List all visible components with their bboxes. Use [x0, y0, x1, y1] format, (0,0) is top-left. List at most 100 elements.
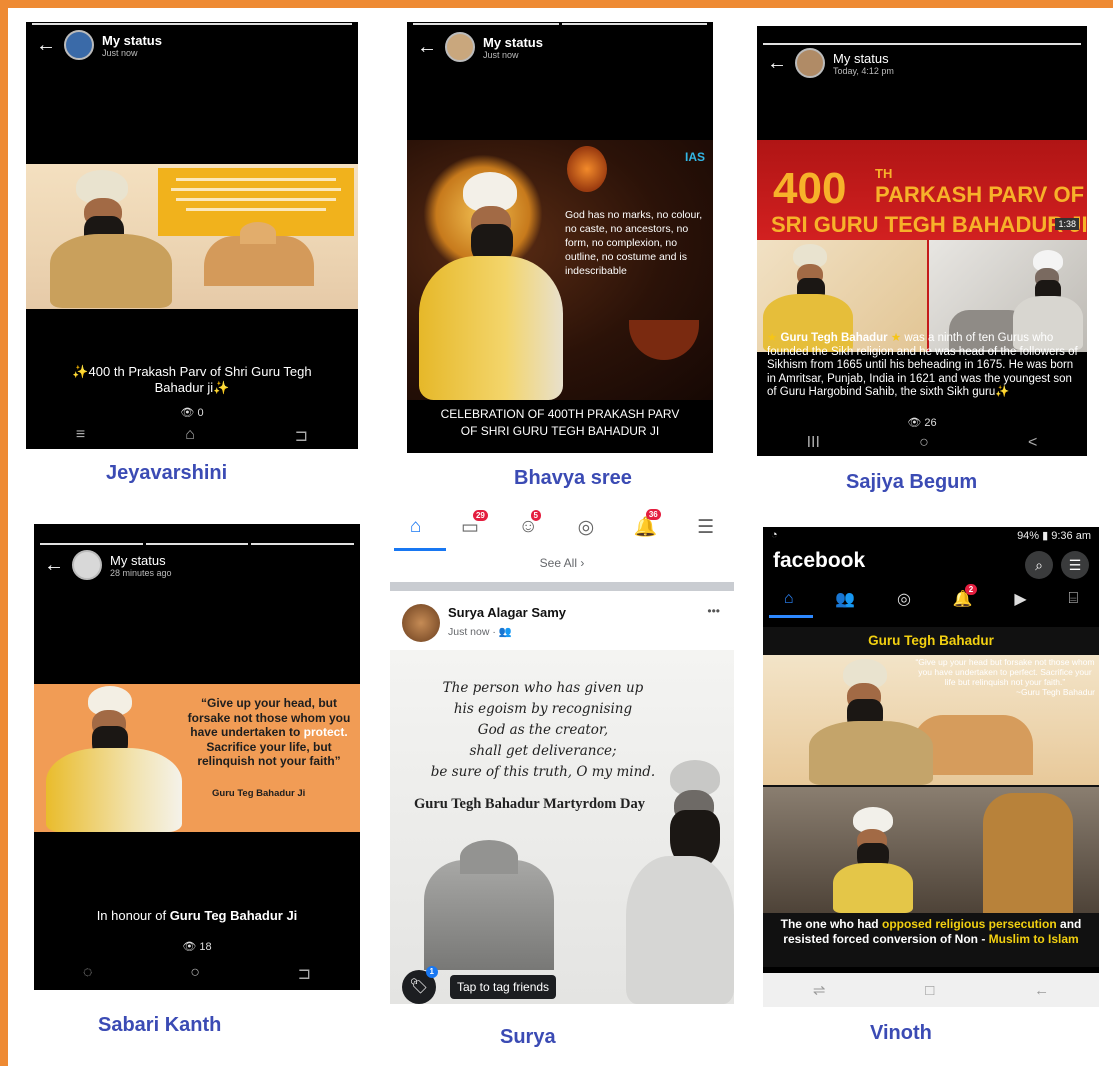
- status-screen-bhavya: ← My status Just now IAS God has no mark…: [407, 22, 713, 453]
- quote-attribution: Guru Teg Bahadur Ji: [212, 788, 306, 799]
- avatar[interactable]: [445, 32, 475, 62]
- menu-icon[interactable]: ☰: [1061, 551, 1089, 579]
- back-icon[interactable]: <: [1028, 434, 1037, 452]
- home-icon[interactable]: ⌂: [185, 426, 195, 446]
- bell-icon[interactable]: 🔔 36: [634, 509, 661, 539]
- guru-illustration: [413, 166, 563, 400]
- status-title: My status: [102, 32, 162, 48]
- bottom-text: The one who had opposed religious persec…: [780, 917, 1082, 946]
- active-tab-indicator: [769, 615, 813, 618]
- caption-bold: Guru Tegh Bahadur: [780, 332, 888, 344]
- menu-icon[interactable]: ≡: [76, 426, 85, 446]
- martyrdom-title: Guru Tegh Bahadur Martyrdom Day: [414, 796, 645, 812]
- banner-line1: PARKASH PARV OF: [875, 182, 1085, 207]
- fb-tab-bar: ⌂ 👥 ◎ 🔔 2 ▶ ⌸: [763, 583, 1099, 615]
- recents-icon[interactable]: ⇌: [813, 981, 826, 999]
- status-image: IAS God has no marks, no colour, no cast…: [407, 140, 713, 400]
- back-arrow-icon[interactable]: ←: [417, 37, 437, 57]
- video-clock: 1:38: [1055, 218, 1079, 230]
- back-icon[interactable]: ⊐: [298, 964, 311, 984]
- eye-icon: 👁: [180, 407, 198, 419]
- star-icon: ★: [887, 332, 905, 344]
- active-tab-indicator: [394, 548, 446, 551]
- android-nav-bar: III ○ <: [757, 434, 1087, 452]
- status-screen-sabari: ← My status 28 minutes ago “Give up your…: [34, 524, 360, 990]
- back-arrow-icon[interactable]: ←: [36, 35, 56, 55]
- avatar[interactable]: [64, 30, 94, 60]
- status-image: “Give up your head, but forsake not thos…: [34, 684, 360, 832]
- more-options-icon[interactable]: •••: [707, 604, 720, 618]
- watch-icon[interactable]: ▭ 29: [461, 509, 488, 539]
- caption-surya: Surya: [500, 1026, 556, 1048]
- quote-text: “Give up your head, but forsake not thos…: [187, 696, 351, 768]
- guru-illustration: [620, 760, 734, 1004]
- recents-icon[interactable]: III: [807, 434, 820, 452]
- marketplace-icon[interactable]: ⌸: [1069, 590, 1079, 608]
- story-progress-bar: [407, 22, 713, 26]
- status-time: Just now: [102, 47, 138, 58]
- bell-icon[interactable]: 🔔 2: [953, 584, 978, 609]
- android-nav-bar: ◌ ○ ⊐: [34, 964, 360, 984]
- see-all-link[interactable]: See All ›: [390, 556, 734, 570]
- friends-icon[interactable]: 👥: [835, 589, 855, 609]
- post-time: Just now · 👥: [448, 626, 512, 638]
- facebook-screen-vinoth: ◔ 94% ▮ 9:36 am facebook ⌕ ☰ ⌂ 👥 ◎ 🔔 2 ▶ …: [763, 527, 1099, 1007]
- home-icon[interactable]: □: [925, 982, 934, 999]
- back-icon[interactable]: ⊐: [295, 426, 308, 446]
- menu-icon[interactable]: ☰: [697, 516, 714, 539]
- back-icon[interactable]: ←: [1034, 982, 1049, 999]
- story-progress-bar: [26, 22, 358, 26]
- ias-logo: IAS: [684, 150, 705, 164]
- watch-icon[interactable]: ▶: [1014, 589, 1026, 609]
- home-icon[interactable]: ○: [919, 434, 929, 452]
- groups-icon[interactable]: ☺ 5: [519, 510, 541, 538]
- profile-icon[interactable]: ◎: [578, 516, 595, 539]
- home-icon[interactable]: ○: [190, 964, 200, 984]
- status-header: ← My status Just now: [26, 30, 358, 60]
- back-arrow-icon[interactable]: ←: [767, 53, 787, 73]
- status-caption: ✨400 th Prakash Parv of Shri Guru Tegh B…: [72, 364, 312, 395]
- search-icon[interactable]: ⌕: [1025, 551, 1053, 579]
- status-title: My status: [483, 34, 543, 50]
- caption-sabari-kanth: Sabari Kanth: [98, 1014, 222, 1036]
- caption-vinoth: Vinoth: [870, 1022, 932, 1044]
- home-icon[interactable]: ⌂: [784, 590, 794, 608]
- facebook-screen-surya: ⌂ ▭ 29 ☺ 5 ◎ 🔔 36 ☰ See All › Surya Alagar …: [390, 504, 734, 1004]
- tag-friends-tooltip[interactable]: Tap to tag friends: [450, 975, 557, 999]
- status-screen-sajiya: ← My status Today, 4:12 pm 400 TH PARKAS…: [757, 26, 1087, 456]
- post-author[interactable]: Surya Alagar Samy: [448, 605, 566, 620]
- guru-illustration: [46, 168, 176, 308]
- banner-line2: SRI GURU TEGH BAHADUR JI: [771, 212, 1087, 237]
- whatsapp-icon: ◔: [771, 529, 778, 541]
- status-time: 28 minutes ago: [110, 567, 172, 578]
- figure-right: [983, 793, 1073, 913]
- eye-icon: 👁: [182, 941, 200, 953]
- recents-icon[interactable]: ◌: [83, 964, 93, 984]
- status-header: ← My status Today, 4:12 pm: [757, 48, 1087, 78]
- star-icon: ★: [767, 332, 781, 344]
- tag-icon[interactable]: 🏷 1: [402, 966, 438, 1004]
- banner-number: 400: [773, 164, 847, 213]
- status-header: ← My status 28 minutes ago: [34, 550, 360, 580]
- home-icon[interactable]: ⌂: [410, 516, 421, 538]
- lantern-illustration: [567, 146, 607, 192]
- eye-icon: 👁: [907, 417, 925, 429]
- status-image: [26, 164, 358, 309]
- temple-illustration: [424, 860, 554, 970]
- quote-text: God has no marks, no colour, no caste, n…: [565, 209, 703, 277]
- post-avatar[interactable]: [402, 604, 440, 642]
- status-time: Today, 4:12 pm: [833, 65, 894, 76]
- status-time: Just now: [483, 49, 519, 60]
- post-image: The person who has given up his egoism by…: [390, 650, 734, 1004]
- status-caption: ★ Guru Tegh Bahadur ★ was a ninth of ten…: [767, 332, 1081, 400]
- view-count: 👁 0: [180, 407, 204, 419]
- story-progress-bar: [34, 542, 360, 546]
- banner-th: TH: [875, 166, 893, 181]
- messenger-icon[interactable]: ◎: [897, 589, 911, 609]
- avatar[interactable]: [72, 550, 102, 580]
- back-arrow-icon[interactable]: ←: [44, 555, 64, 575]
- story-progress-bar: [757, 42, 1087, 46]
- android-status-bar: ◔ 94% ▮ 9:36 am: [763, 527, 1099, 547]
- status-title: My status: [110, 552, 166, 568]
- avatar[interactable]: [795, 48, 825, 78]
